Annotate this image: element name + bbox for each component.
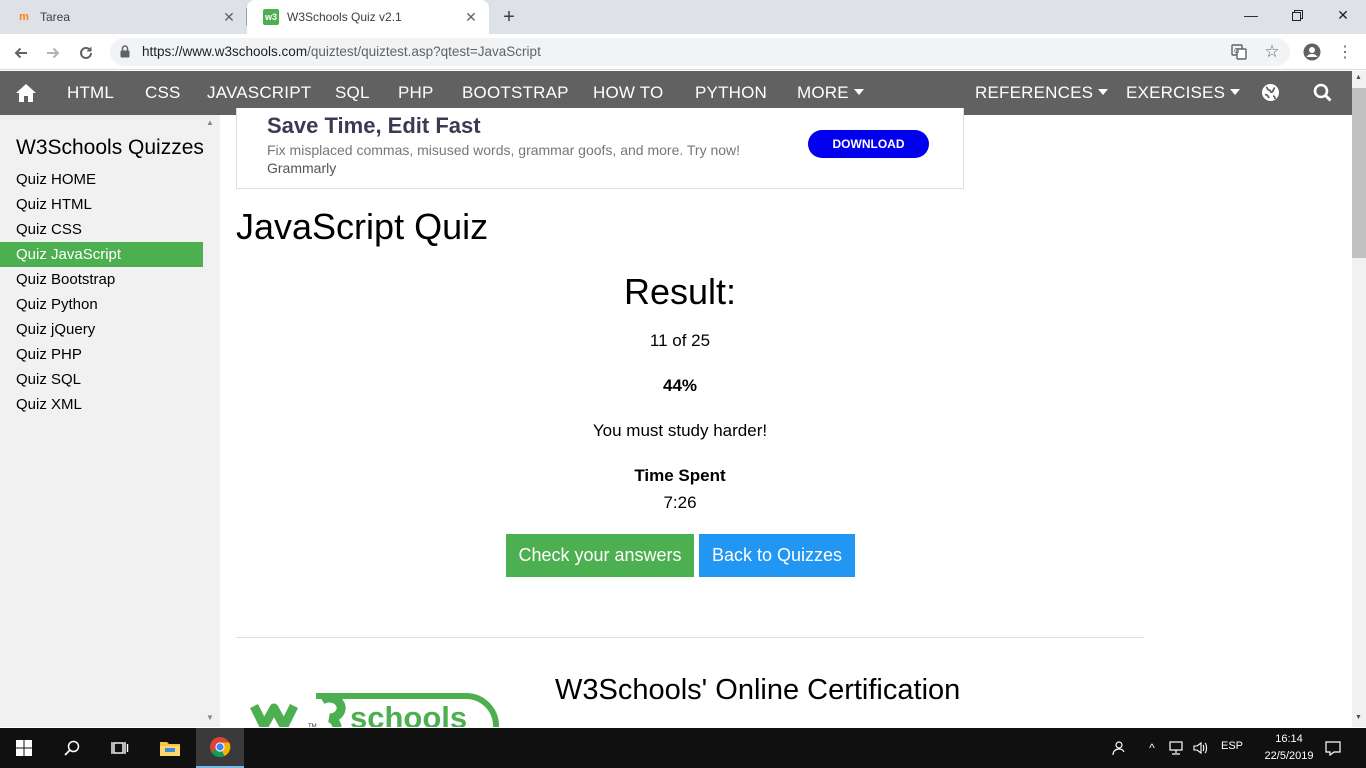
menu-dots-icon[interactable]: ⋮ bbox=[1334, 41, 1356, 63]
scroll-down-arrow-icon[interactable]: ▼ bbox=[1355, 714, 1362, 721]
nav-html[interactable]: HTML bbox=[67, 71, 114, 115]
caret-down-icon bbox=[1098, 89, 1109, 95]
nav-css[interactable]: CSS bbox=[145, 71, 181, 115]
nav-references[interactable]: REFERENCES bbox=[975, 71, 1109, 115]
divider bbox=[236, 637, 1144, 638]
sidebar-item-quiz-php[interactable]: Quiz PHP bbox=[0, 342, 203, 367]
sidebar-item-quiz-home[interactable]: Quiz HOME bbox=[0, 167, 203, 192]
clock[interactable]: 16:14 22/5/2019 bbox=[1258, 731, 1320, 765]
scrollbar-thumb[interactable] bbox=[1352, 88, 1366, 258]
w3schools-favicon-icon: w3 bbox=[263, 9, 279, 25]
time-spent-label: Time Spent bbox=[634, 466, 726, 485]
logo-text: schools bbox=[350, 700, 467, 727]
ad-description: Fix misplaced commas, misused words, gra… bbox=[267, 142, 741, 158]
windows-start-icon[interactable] bbox=[0, 728, 48, 768]
ad-download-button[interactable]: DOWNLOAD bbox=[808, 130, 929, 158]
sidebar-item-quiz-python[interactable]: Quiz Python bbox=[0, 292, 203, 317]
score-text: 11 of 25 bbox=[649, 331, 711, 350]
nav-exercises[interactable]: EXERCISES bbox=[1126, 71, 1241, 115]
globe-icon[interactable] bbox=[1261, 71, 1280, 115]
svg-text:G: G bbox=[1234, 48, 1239, 55]
network-icon[interactable] bbox=[1164, 728, 1188, 768]
volume-icon[interactable] bbox=[1189, 728, 1213, 768]
search-icon[interactable] bbox=[1313, 71, 1332, 115]
nav-references-label: REFERENCES bbox=[975, 83, 1094, 102]
tab-tarea[interactable]: m Tarea ✕ bbox=[0, 0, 247, 34]
sidebar-item-quiz-javascript[interactable]: Quiz JavaScript bbox=[0, 242, 203, 267]
close-icon[interactable]: ✕ bbox=[463, 9, 479, 25]
caret-down-icon bbox=[1230, 89, 1241, 95]
lock-icon[interactable] bbox=[120, 45, 130, 59]
task-view-icon[interactable] bbox=[96, 728, 144, 768]
sidebar-item-quiz-css[interactable]: Quiz CSS bbox=[0, 217, 203, 242]
profile-icon[interactable] bbox=[1301, 41, 1323, 63]
tab-w3schools-quiz[interactable]: w3 W3Schools Quiz v2.1 ✕ bbox=[247, 0, 489, 34]
search-icon[interactable] bbox=[48, 728, 96, 768]
ad-brand: Grammarly bbox=[267, 160, 337, 176]
page-title: JavaScript Quiz bbox=[236, 206, 489, 247]
tab-title: Tarea bbox=[40, 10, 71, 24]
forward-arrow-icon[interactable] bbox=[40, 40, 66, 66]
new-tab-button[interactable]: + bbox=[498, 6, 520, 28]
result-message: You must study harder! bbox=[592, 421, 768, 440]
sidebar-scroll-down-icon[interactable]: ▼ bbox=[206, 713, 214, 722]
nav-more-label: MORE bbox=[797, 83, 849, 102]
close-window-button[interactable]: ✕ bbox=[1320, 0, 1366, 30]
sidebar-item-quiz-xml[interactable]: Quiz XML bbox=[0, 392, 203, 417]
url-host: https://www.w3schools.com bbox=[142, 44, 308, 59]
star-icon[interactable]: ☆ bbox=[1261, 41, 1283, 63]
chrome-taskbar-icon[interactable] bbox=[196, 728, 244, 768]
home-icon[interactable] bbox=[15, 71, 37, 115]
sidebar-item-quiz-jquery[interactable]: Quiz jQuery bbox=[0, 317, 203, 342]
scroll-up-arrow-icon[interactable]: ▲ bbox=[1355, 74, 1362, 81]
language-indicator[interactable]: ESP bbox=[1221, 740, 1243, 752]
translate-icon[interactable]: G bbox=[1228, 41, 1250, 63]
sidebar-item-quiz-bootstrap[interactable]: Quiz Bootstrap bbox=[0, 267, 203, 292]
clock-date: 22/5/2019 bbox=[1264, 750, 1314, 762]
percent-text: 44% bbox=[662, 376, 698, 395]
certification-heading: W3Schools' Online Certification bbox=[555, 674, 961, 706]
reload-icon[interactable] bbox=[73, 40, 99, 66]
restore-button[interactable] bbox=[1274, 0, 1320, 30]
restore-icon bbox=[1291, 9, 1303, 21]
sidebar-item-quiz-sql[interactable]: Quiz SQL bbox=[0, 367, 203, 392]
url-text[interactable]: https://www.w3schools.com/quiztest/quizt… bbox=[142, 44, 541, 59]
time-spent-value: 7:26 bbox=[663, 493, 697, 512]
sidebar-title: W3Schools Quizzes bbox=[16, 136, 204, 159]
url-path: /quiztest/quiztest.asp?qtest=JavaScript bbox=[307, 44, 541, 59]
people-icon[interactable] bbox=[1104, 728, 1132, 768]
w3schools-logo[interactable]: schools TM bbox=[250, 684, 502, 727]
back-arrow-icon[interactable] bbox=[8, 40, 34, 66]
notifications-icon[interactable] bbox=[1318, 728, 1348, 768]
sidebar-scroll-up-icon[interactable]: ▲ bbox=[206, 118, 214, 127]
file-explorer-icon[interactable] bbox=[146, 728, 194, 768]
clock-time: 16:14 bbox=[1275, 733, 1303, 745]
tab-title: W3Schools Quiz v2.1 bbox=[287, 10, 402, 24]
chevron-up-icon[interactable]: ^ bbox=[1142, 728, 1162, 768]
close-icon[interactable]: ✕ bbox=[221, 9, 237, 25]
moodle-favicon-icon: m bbox=[19, 11, 29, 23]
back-to-quizzes-button[interactable]: Back to Quizzes bbox=[699, 534, 855, 577]
result-heading: Result: bbox=[623, 271, 737, 312]
sidebar-item-quiz-html[interactable]: Quiz HTML bbox=[0, 192, 203, 217]
caret-down-icon bbox=[853, 89, 864, 95]
nav-exercises-label: EXERCISES bbox=[1126, 83, 1226, 102]
logo-tm: TM bbox=[308, 724, 317, 727]
minimize-button[interactable]: — bbox=[1228, 0, 1274, 30]
ad-headline[interactable]: Save Time, Edit Fast bbox=[267, 113, 481, 139]
check-answers-button[interactable]: Check your answers bbox=[506, 534, 694, 577]
